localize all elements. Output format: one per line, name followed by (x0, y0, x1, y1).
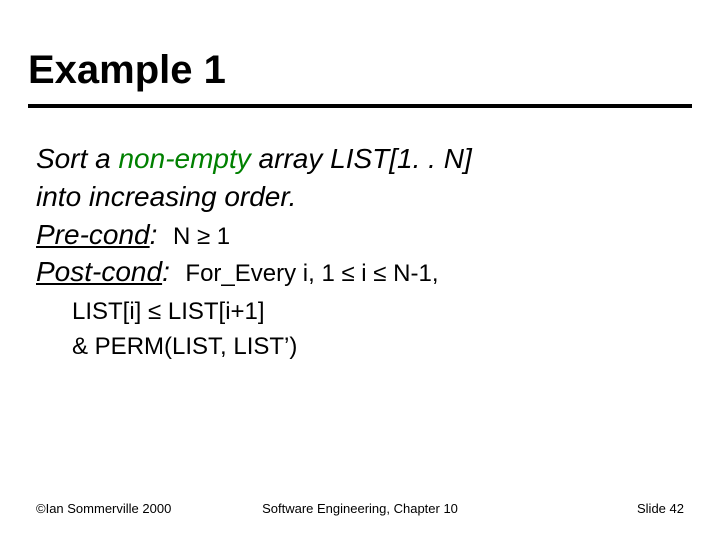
slide: Example 1 Sort a non-empty array LIST[1.… (0, 0, 720, 540)
text-array-list: array LIST[1. . N] (251, 143, 472, 174)
tail-line-1: LIST[i] ≤ LIST[i+1] (72, 295, 676, 330)
postcond-label: Post-cond (36, 256, 162, 287)
tail-line-2: & PERM(LIST, LIST’) (72, 330, 676, 365)
postcond-line: Post-cond: For_Every i, 1 ≤ i ≤ N-1, (36, 253, 676, 291)
text-sort-a: Sort a (36, 143, 118, 174)
footer-slide-number: 42 (670, 501, 684, 516)
precond-line: Pre-cond: N ≥ 1 (36, 216, 676, 254)
precond-label: Pre-cond (36, 219, 150, 250)
slide-body: Sort a non-empty array LIST[1. . N] into… (36, 140, 676, 365)
body-line-1: Sort a non-empty array LIST[1. . N] (36, 140, 676, 178)
postcond-colon: : (162, 256, 185, 287)
footer-center: Software Engineering, Chapter 10 (262, 501, 458, 516)
slide-title: Example 1 (28, 48, 226, 93)
tail-block: LIST[i] ≤ LIST[i+1] & PERM(LIST, LIST’) (72, 295, 676, 365)
body-line-2: into increasing order. (36, 178, 676, 216)
footer-left: ©Ian Sommerville 2000 (36, 501, 171, 516)
title-rule (28, 104, 692, 108)
footer-right: Slide 42 (637, 501, 684, 516)
precond-value: N ≥ 1 (173, 223, 230, 250)
slide-footer: ©Ian Sommerville 2000 Software Engineeri… (36, 501, 684, 516)
postcond-value: For_Every i, 1 ≤ i ≤ N-1, (185, 260, 438, 287)
precond-colon: : (150, 219, 173, 250)
text-non-empty: non-empty (118, 143, 250, 174)
footer-slide-label: Slide (637, 501, 670, 516)
